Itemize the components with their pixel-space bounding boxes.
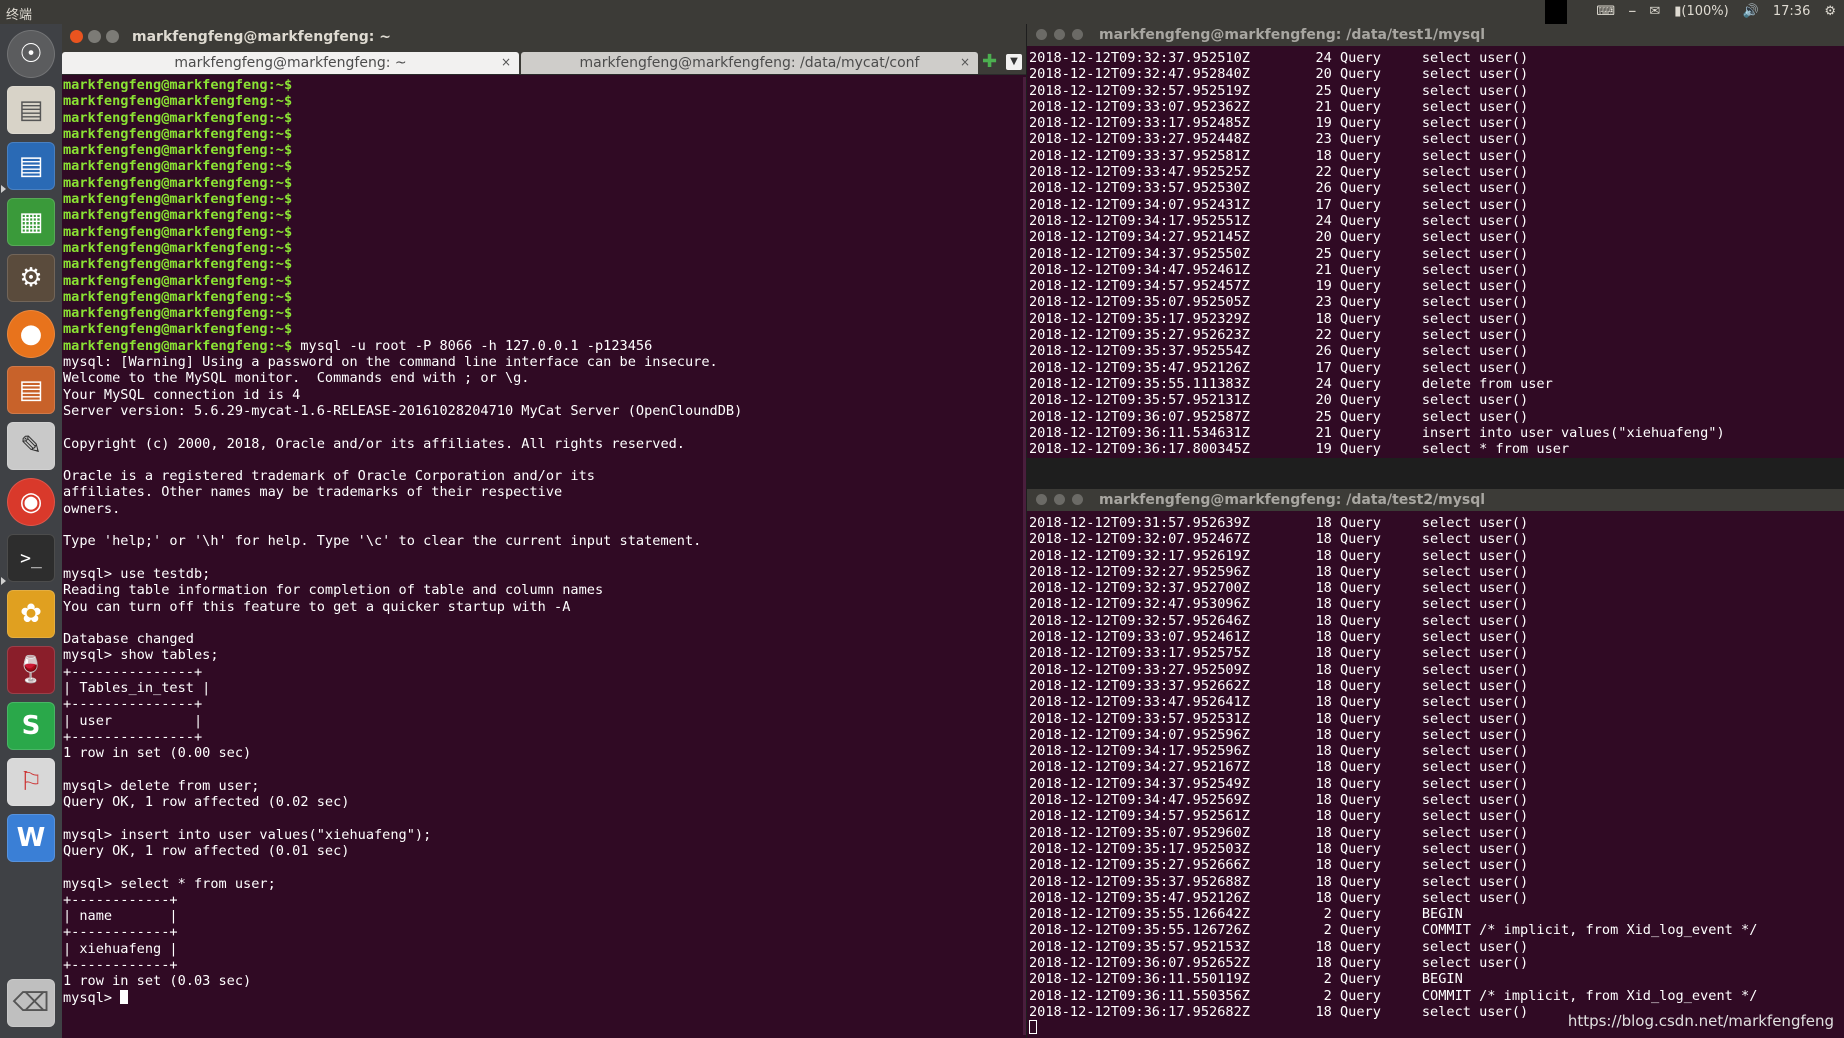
shell-prompt: markfengfeng@markfengfeng:~$	[63, 191, 293, 208]
ubuntu-dash-icon[interactable]: ☉	[7, 30, 55, 78]
text-editor-icon[interactable]: ✎	[7, 422, 55, 470]
shell-prompt: markfengfeng@markfengfeng:~$	[63, 207, 293, 224]
wps-icon[interactable]: W	[7, 814, 55, 862]
clock[interactable]: 17:36	[1773, 4, 1810, 19]
scrollbar-left[interactable]	[1023, 77, 1026, 1035]
settings-gear-icon[interactable]: ⚙	[1824, 4, 1836, 19]
mail-icon[interactable]: ✉	[1649, 4, 1660, 19]
maximize-icon[interactable]	[1072, 494, 1083, 505]
trash-icon[interactable]: ⌫	[7, 979, 55, 1027]
shell-prompt: markfengfeng@markfengfeng:~$	[63, 174, 293, 191]
tab-home-label: markfengfeng@markfengfeng: ~	[174, 55, 407, 71]
tab-home[interactable]: markfengfeng@markfengfeng: ~ ×	[62, 52, 519, 74]
shell-prompt: markfengfeng@markfengfeng:~$	[63, 93, 293, 110]
shell-prompt: markfengfeng@markfengfeng:~$	[63, 158, 293, 175]
shell-prompt: markfengfeng@markfengfeng:~$	[63, 125, 293, 142]
minimize-icon[interactable]	[88, 30, 101, 43]
close-icon[interactable]	[1036, 29, 1047, 40]
bluetooth-icon[interactable]	[1629, 4, 1635, 19]
log-lines: 2018-12-12T09:32:37.952510Z 24 Query sel…	[1029, 50, 1725, 456]
impress-icon[interactable]: ▤	[7, 366, 55, 414]
mysql-final-prompt: mysql>	[63, 989, 121, 1006]
mysql-log-output-test1[interactable]: 2018-12-12T09:32:37.952510Z 24 Query sel…	[1029, 50, 1841, 456]
shell-prompt: markfengfeng@markfengfeng:~$	[63, 109, 293, 126]
window-title: markfengfeng@markfengfeng: /data/test2/m…	[1099, 492, 1486, 508]
system-tray: ⌨ ✉ ▮(100%) 🔊 17:36 ⚙	[1596, 4, 1836, 19]
close-icon[interactable]	[1036, 494, 1047, 505]
tab-bar: markfengfeng@markfengfeng: ~ × markfengf…	[62, 50, 1026, 75]
files-icon[interactable]: ▤	[7, 86, 55, 134]
shell-prompt: markfengfeng@markfengfeng:~$	[63, 337, 293, 354]
shell-prompt: markfengfeng@markfengfeng:~$	[63, 288, 293, 305]
shell-prompt: markfengfeng@markfengfeng:~$	[63, 223, 293, 240]
battery-percent: (100%)	[1681, 4, 1729, 19]
maximize-icon[interactable]	[106, 30, 119, 43]
keyboard-icon[interactable]: ⌨	[1596, 4, 1615, 19]
terminal-window-test2: markfengfeng@markfengfeng: /data/test2/m…	[1027, 489, 1844, 1038]
mysql-log-output-test2[interactable]: 2018-12-12T09:31:57.952639Z 18 Query sel…	[1029, 515, 1841, 1035]
shell-prompt: markfengfeng@markfengfeng:~$	[63, 77, 293, 93]
text-cursor	[120, 989, 129, 1004]
titlebar-test2[interactable]: markfengfeng@markfengfeng: /data/test2/m…	[1027, 489, 1844, 511]
photos-icon[interactable]: ✿	[7, 590, 55, 638]
terminal-output-left[interactable]: markfengfeng@markfengfeng:~$ markfengfen…	[63, 77, 1019, 1035]
log-lines: 2018-12-12T09:31:57.952639Z 18 Query sel…	[1029, 515, 1758, 1020]
volume-icon[interactable]: 🔊	[1743, 4, 1759, 19]
battery-icon[interactable]: ▮(100%)	[1674, 4, 1728, 19]
close-tab-icon[interactable]: ×	[501, 55, 511, 69]
shell-prompt: markfengfeng@markfengfeng:~$	[63, 142, 293, 159]
chrome-icon[interactable]: ◉	[7, 478, 55, 526]
calc-icon[interactable]: ▦	[7, 198, 55, 246]
text-cursor	[1029, 1020, 1037, 1035]
titlebar-test1[interactable]: markfengfeng@markfengfeng: /data/test1/m…	[1027, 24, 1844, 46]
shell-prompt: markfengfeng@markfengfeng:~$	[63, 256, 293, 273]
terminal-window-test1: markfengfeng@markfengfeng: /data/test1/m…	[1027, 24, 1844, 458]
tab-mycat-conf[interactable]: markfengfeng@markfengfeng: /data/mycat/c…	[521, 52, 978, 74]
mysql-session-output: mysql: [Warning] Using a password on the…	[63, 354, 743, 990]
window-title: markfengfeng@markfengfeng: ~	[132, 29, 391, 45]
top-panel: 终端 ⌨ ✉ ▮(100%) 🔊 17:36 ⚙	[0, 0, 1844, 24]
evince-icon[interactable]: ⚐	[7, 758, 55, 806]
tray-blank-area	[1545, 0, 1567, 24]
close-icon[interactable]	[70, 30, 83, 43]
titlebar-left[interactable]: markfengfeng@markfengfeng: ~	[62, 24, 1026, 50]
shell-prompt: markfengfeng@markfengfeng:~$	[63, 321, 293, 338]
shell-prompt: markfengfeng@markfengfeng:~$	[63, 272, 293, 289]
window-title: markfengfeng@markfengfeng: /data/test1/m…	[1099, 27, 1486, 43]
eclipse-icon[interactable]: ⚙	[7, 254, 55, 302]
launcher: ☉ ▤ ▤ ▦ ⚙ ● ▤ ✎ ◉ >_ ✿ 🍷 S ⚐ W ⌫	[0, 24, 63, 1038]
active-app-name: 终端	[6, 8, 33, 23]
tab-mycat-conf-label: markfengfeng@markfengfeng: /data/mycat/c…	[579, 55, 920, 71]
maximize-icon[interactable]	[1072, 29, 1083, 40]
writer-icon[interactable]: ▤	[7, 142, 55, 190]
wine-icon[interactable]: 🍷	[7, 646, 55, 694]
shell-command: mysql -u root -P 8066 -h 127.0.0.1 -p123…	[292, 337, 653, 354]
spreadsheet-icon[interactable]: S	[7, 702, 55, 750]
shell-prompt: markfengfeng@markfengfeng:~$	[63, 305, 293, 322]
minimize-icon[interactable]	[1054, 494, 1065, 505]
terminal-window-left: markfengfeng@markfengfeng: ~ markfengfen…	[62, 24, 1026, 1038]
terminal-icon[interactable]: >_	[7, 534, 55, 582]
minimize-icon[interactable]	[1054, 29, 1065, 40]
new-tab-icon[interactable]: ✚	[982, 53, 997, 71]
firefox-icon[interactable]: ●	[7, 310, 55, 358]
close-tab-icon[interactable]: ×	[960, 55, 970, 69]
shell-prompt: markfengfeng@markfengfeng:~$	[63, 239, 293, 256]
tab-menu-chevron-down-icon[interactable]: ▼	[1006, 54, 1022, 70]
watermark: https://blog.csdn.net/markfengfeng	[1567, 1012, 1834, 1030]
